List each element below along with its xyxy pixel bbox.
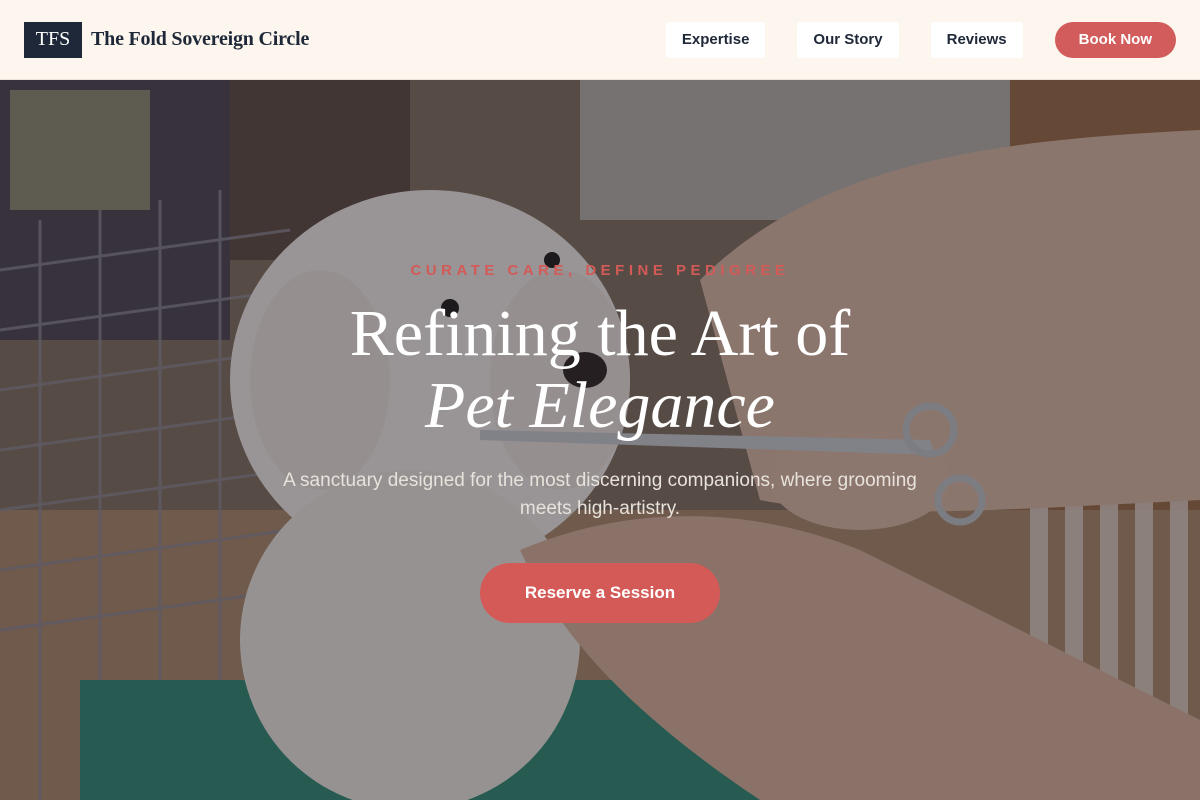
headline-line-1: Refining the Art of (349, 297, 851, 370)
book-now-button[interactable]: Book Now (1054, 21, 1176, 58)
hero-subtext: A sanctuary designed for the most discer… (283, 470, 917, 519)
main-nav: Expertise Our Story Reviews (665, 21, 1023, 58)
hero-section: CURATE CARE, DEFINE PEDIGREE Refining th… (0, 80, 1200, 800)
headline-line-2: Pet Elegance (425, 369, 775, 442)
nav-our-story[interactable]: Our Story (797, 21, 899, 58)
reserve-session-button[interactable]: Reserve a Session (480, 563, 720, 623)
brand-name[interactable]: The Fold Sovereign Circle (91, 28, 309, 51)
logo-text: TFS (35, 28, 71, 50)
hero-headline: Refining the Art of Pet Elegance (0, 298, 1200, 442)
logo-mark[interactable]: TFS (24, 21, 82, 58)
nav-expertise[interactable]: Expertise (665, 21, 766, 58)
nav-reviews[interactable]: Reviews (930, 21, 1023, 58)
hero-eyebrow: CURATE CARE, DEFINE PEDIGREE (410, 262, 790, 279)
site-header: TFS The Fold Sovereign Circle Expertise … (0, 0, 1200, 80)
